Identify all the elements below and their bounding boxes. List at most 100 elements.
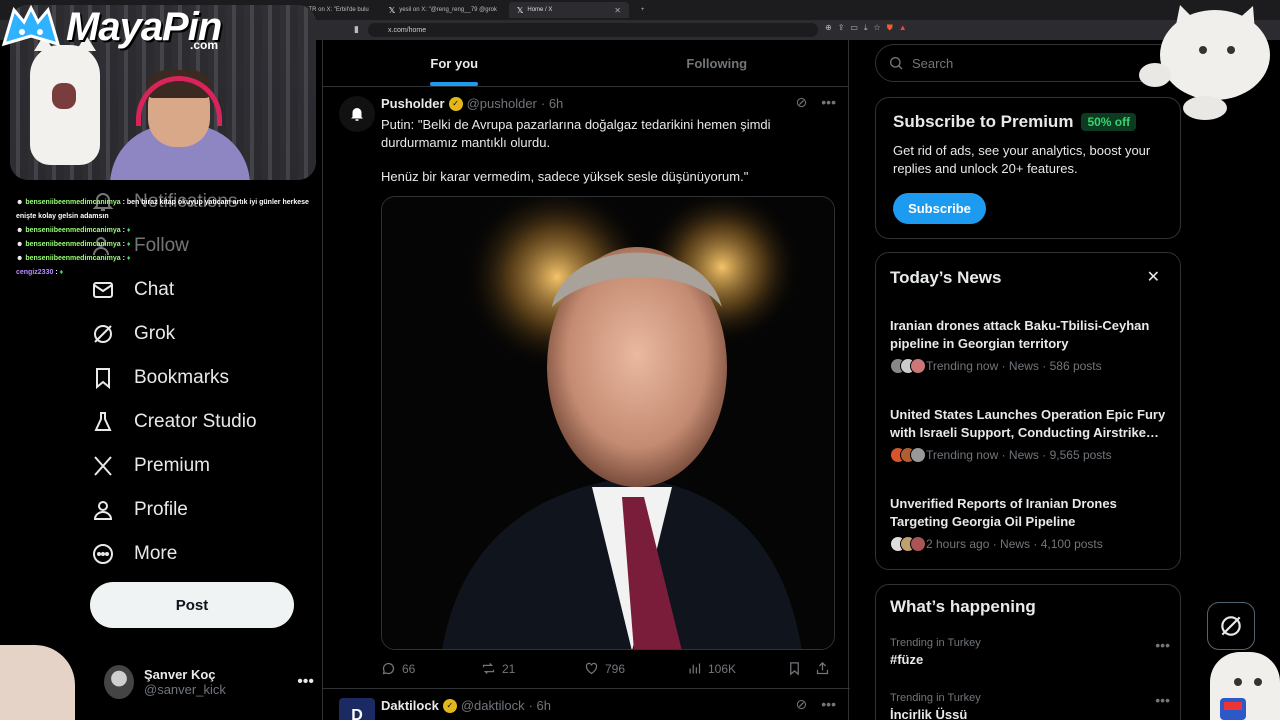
chat-text: : — [55, 269, 58, 276]
news-meta: 2 hours ago · News · 4,100 posts — [890, 536, 1175, 552]
nav-premium[interactable]: Premium — [90, 444, 210, 488]
news-item[interactable]: Unverified Reports of Iranian Drones Tar… — [890, 495, 1175, 552]
tab-for-you[interactable]: For you — [323, 40, 586, 86]
share-button[interactable] — [815, 661, 830, 676]
avatar-stack — [890, 447, 926, 463]
divider — [323, 688, 850, 689]
subscribe-button[interactable]: Subscribe — [893, 193, 986, 224]
tweet-author-name[interactable]: Daktilock — [381, 698, 439, 713]
screen-icon[interactable]: ▭ — [850, 23, 858, 33]
chat-user: benseniibeenmedimcanimya — [25, 255, 121, 262]
url-field[interactable]: x.com/home — [368, 23, 818, 37]
avatar[interactable]: D — [339, 698, 375, 720]
tweet-header: Daktilock ✓ @daktilock · 6h — [381, 698, 551, 713]
chat-user: benseniibeenmedimcanimya — [25, 241, 121, 248]
account-handle: @sanver_kick — [144, 682, 226, 697]
emote-icon: ♦ — [59, 269, 64, 276]
avatar-stack — [890, 358, 926, 374]
tweet-author-handle[interactable]: @pusholder — [467, 96, 537, 111]
bookmark-icon — [90, 365, 116, 391]
views-count: 106K — [708, 661, 737, 676]
tweet-author-handle[interactable]: @daktilock — [461, 698, 525, 713]
nav-grok[interactable]: Grok — [90, 312, 175, 356]
repost-button[interactable]: 21 — [481, 661, 584, 676]
tab-following[interactable]: Following — [586, 40, 849, 86]
chat-user: benseniibeenmedimcanimya — [25, 199, 121, 206]
nav-profile[interactable]: Profile — [90, 488, 188, 532]
nav-creator-studio[interactable]: Creator Studio — [90, 400, 257, 444]
news-item[interactable]: Iranian drones attack Baku-Tbilisi-Ceyha… — [890, 317, 1175, 374]
tweet-actions: 66 21 796 106K — [381, 661, 837, 676]
rewards-icon[interactable]: ▲ — [899, 23, 907, 33]
views-button[interactable]: 106K — [687, 661, 787, 676]
avatar — [104, 665, 134, 699]
stream-chat-overlay: ☻ benseniibeenmedimcanimya : ben biraz k… — [16, 196, 316, 280]
account-names: Şanver Koç @sanver_kick — [144, 667, 226, 697]
nav-label: Bookmarks — [134, 367, 230, 388]
brave-shield-icon[interactable]: ⛊ — [887, 23, 893, 33]
x-logo-icon: 𝕏 — [516, 5, 524, 15]
grok-floating-button[interactable] — [1207, 602, 1255, 650]
browser-tab[interactable]: 𝕏 yesil on X: "@reng_reng__79 @grok — [381, 2, 505, 18]
premium-title: Subscribe to Premium 50% off — [893, 112, 1137, 132]
tweet-tools: ⊘ ••• — [796, 94, 836, 111]
news-item[interactable]: United States Launches Operation Epic Fu… — [890, 406, 1175, 463]
star-icon[interactable]: ☆ — [874, 23, 881, 33]
bookmark-button[interactable] — [787, 661, 815, 676]
premium-title-text: Subscribe to Premium — [893, 112, 1074, 131]
discount-badge: 50% off — [1081, 113, 1137, 131]
flask-icon — [90, 409, 116, 435]
nav-more[interactable]: More — [90, 532, 177, 576]
post-button[interactable]: Post — [90, 582, 294, 628]
download-icon[interactable]: ⤓ — [864, 23, 868, 33]
envelope-icon — [90, 277, 116, 303]
happening-title: What’s happening — [890, 597, 1036, 616]
trend-item[interactable]: Trending in Turkey İncirlik Üssü ••• — [890, 692, 1170, 720]
tweet[interactable]: Pusholder ✓ @pusholder · 6h ⊘ ••• Putin:… — [323, 88, 850, 688]
nav-label: Profile — [134, 499, 188, 520]
zoom-icon[interactable]: ⊕ — [825, 23, 832, 33]
more-dots-icon[interactable]: ••• — [1155, 637, 1170, 653]
chat-message: ☻ benseniibeenmedimcanimya : ♦ — [16, 227, 131, 234]
new-tab-button[interactable]: + — [633, 2, 653, 18]
like-button[interactable]: 796 — [584, 661, 687, 676]
grok-icon — [1221, 616, 1241, 636]
account-switcher[interactable]: Şanver Koç @sanver_kick ••• — [104, 660, 314, 704]
avatar[interactable] — [339, 96, 375, 132]
browser-tab-label: yesil on X: "@reng_reng__79 @grok — [399, 7, 497, 13]
chat-message: ☻ benseniibeenmedimcanimya : ♦ — [16, 255, 131, 262]
share-icon[interactable]: ⇪ — [838, 23, 845, 33]
close-tab-icon[interactable]: ✕ — [614, 6, 621, 15]
grok-icon[interactable]: ⊘ — [796, 94, 808, 111]
url-text: x.com/home — [388, 26, 427, 34]
tweet-tools: ⊘ ••• — [796, 696, 836, 713]
chat-message: ☻ benseniibeenmedimcanimya : ♦ — [16, 241, 131, 248]
grok-icon[interactable]: ⊘ — [796, 696, 808, 713]
trend-item[interactable]: Trending in Turkey #füze ••• — [890, 637, 1170, 667]
chat-text: : — [122, 227, 125, 234]
tweet-time[interactable]: · 6h — [541, 96, 563, 111]
browser-tab-active[interactable]: 𝕏 Home / X ✕ — [508, 2, 629, 18]
person-icon — [90, 497, 116, 523]
more-circle-icon — [90, 541, 116, 567]
news-headline: Iranian drones attack Baku-Tbilisi-Ceyha… — [890, 318, 1150, 351]
more-dots-icon[interactable]: ••• — [821, 696, 836, 713]
tweet-author-name[interactable]: Pusholder — [381, 96, 445, 111]
tweet[interactable]: D Daktilock ✓ @daktilock · 6h ⊘ ••• — [323, 690, 850, 720]
cat-sticker-image — [1210, 652, 1280, 720]
share-icon — [816, 661, 829, 675]
tweet-image[interactable] — [381, 196, 835, 650]
news-meta: Trending now · News · 586 posts — [890, 358, 1175, 374]
nav-bookmarks[interactable]: Bookmarks — [90, 356, 229, 400]
todays-news-card: Today’s News ✕ Iranian drones attack Bak… — [875, 252, 1181, 570]
more-dots-icon[interactable]: ••• — [821, 94, 836, 111]
more-dots-icon[interactable]: ••• — [1155, 692, 1170, 708]
close-icon[interactable]: ✕ — [1147, 267, 1160, 287]
reply-button[interactable]: 66 — [381, 661, 481, 676]
more-dots-icon[interactable]: ••• — [297, 673, 314, 691]
tweet-time[interactable]: · 6h — [529, 698, 551, 713]
feed-tabs: For you Following — [323, 40, 848, 87]
bookmark-icon[interactable]: ▮ — [354, 24, 359, 35]
verified-badge-icon: ✓ — [448, 96, 463, 111]
avatar-stack — [890, 536, 926, 552]
